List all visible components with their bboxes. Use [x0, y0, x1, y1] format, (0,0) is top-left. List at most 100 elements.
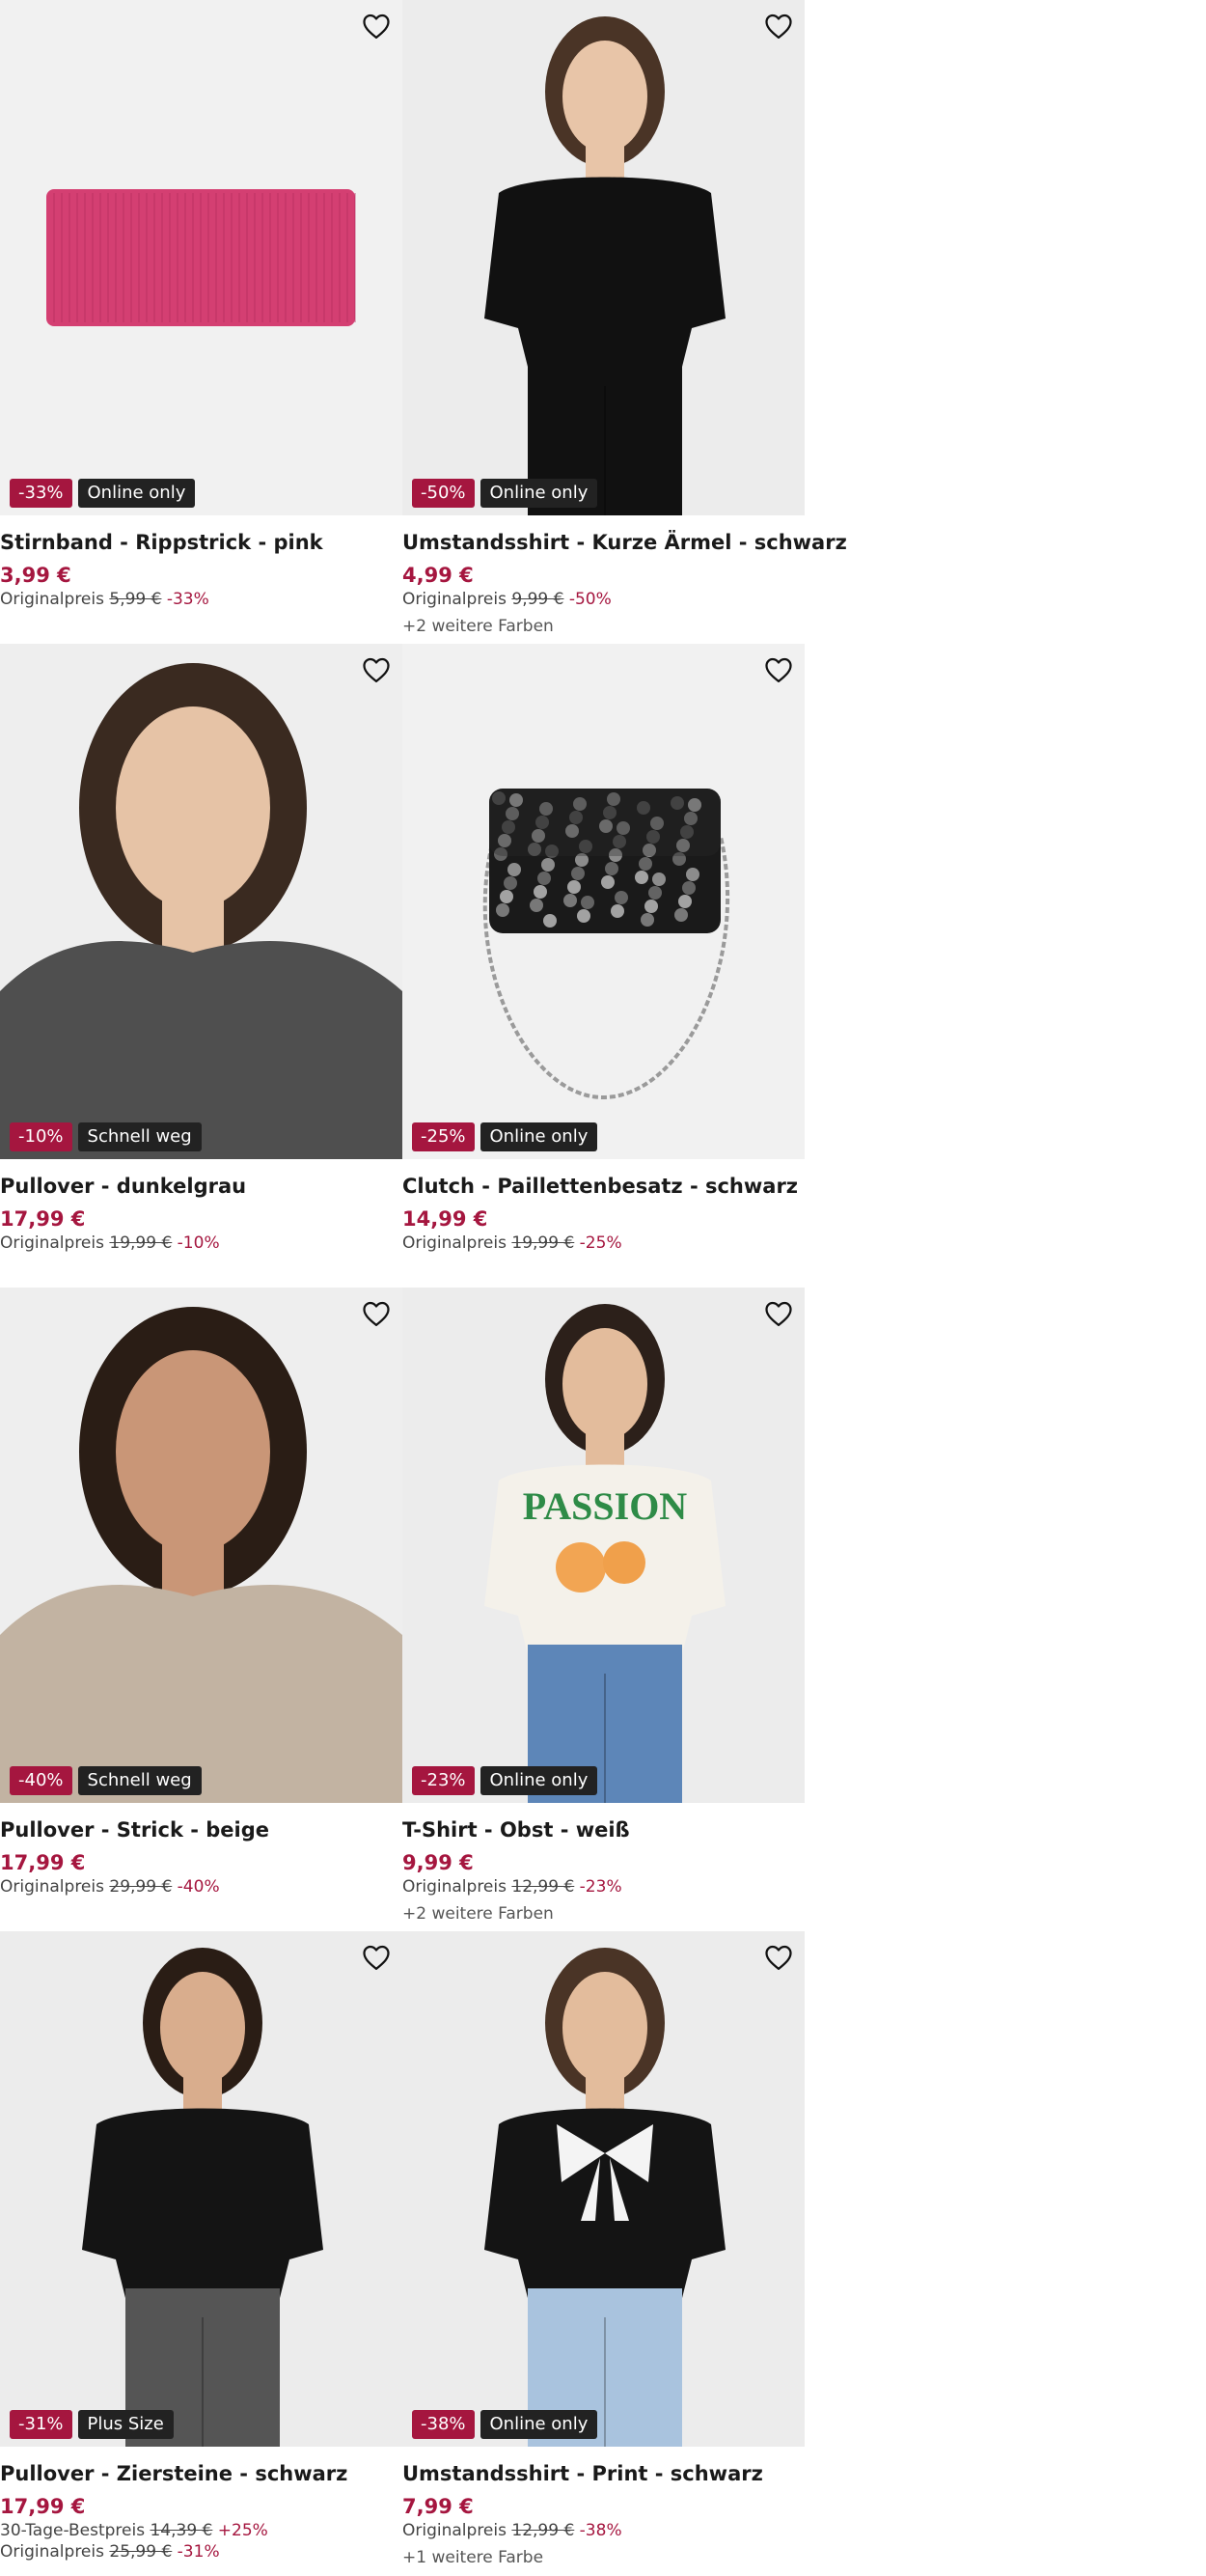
product-card[interactable]: -10% Schnell weg Pullover - dunkelgrau 17,9… [0, 644, 402, 1288]
price-history-line: Originalpreis 12,99 € -23% [402, 1876, 805, 1897]
discount-badge: -38% [412, 2410, 475, 2439]
product-price: 17,99 € [0, 2495, 86, 2518]
product-image-container[interactable]: PASSION -23% Online only [402, 1288, 805, 1803]
price-history-line: Originalpreis 5,99 € -33% [0, 589, 402, 610]
price-change-percent: -23% [579, 1877, 622, 1897]
wishlist-heart-icon[interactable] [762, 10, 795, 42]
tag-badge: Online only [480, 479, 598, 508]
product-card[interactable]: -38% Online only Umstandsshirt - Print - s… [402, 1931, 805, 2575]
badges: -25% Online only [412, 1122, 598, 1151]
product-image[interactable] [0, 1931, 402, 2447]
old-price: 29,99 € [109, 1877, 173, 1897]
product-price: 9,99 € [402, 1851, 474, 1874]
product-info: Stirnband - Rippstrick - pink 3,99 € Origi… [0, 515, 402, 610]
more-colors-link[interactable]: +1 weitere Farbe [402, 2547, 805, 2568]
product-card[interactable]: -33% Online only Stirnband - Rippstrick - … [0, 0, 402, 644]
discount-badge: -33% [10, 479, 72, 508]
product-info: Clutch - Paillettenbesatz - schwarz 14,99… [402, 1159, 805, 1254]
price-label: 30-Tage-Bestpreis [0, 2521, 146, 2540]
wishlist-heart-icon[interactable] [762, 653, 795, 686]
price-label: Originalpreis [0, 1877, 104, 1897]
product-image-container[interactable]: -38% Online only [402, 1931, 805, 2447]
wishlist-heart-icon[interactable] [762, 1297, 795, 1330]
tag-badge: Plus Size [77, 2410, 174, 2439]
product-name[interactable]: Pullover - dunkelgrau [0, 1173, 402, 1200]
product-image[interactable]: PASSION [402, 1288, 805, 1803]
wishlist-heart-icon[interactable] [762, 1941, 795, 1974]
badges: -33% Online only [10, 479, 196, 508]
product-name[interactable]: Stirnband - Rippstrick - pink [0, 529, 402, 556]
price-history-line: Originalpreis 12,99 € -38% [402, 2520, 805, 2541]
tag-badge: Schnell weg [77, 1766, 202, 1795]
product-price: 14,99 € [402, 1207, 488, 1231]
more-colors-link[interactable]: +2 weitere Farben [402, 616, 805, 637]
price-history-line: Originalpreis 9,99 € -50% [402, 589, 805, 610]
old-price: 12,99 € [511, 2521, 575, 2540]
price-change-percent: -40% [177, 1877, 220, 1897]
tag-badge: Online only [480, 1766, 598, 1795]
product-card[interactable]: -50% Online only Umstandsshirt - Kurze Ärm… [402, 0, 847, 644]
wishlist-heart-icon[interactable] [360, 1941, 393, 1974]
tag-badge: Schnell weg [77, 1122, 202, 1151]
old-price: 25,99 € [109, 2542, 173, 2562]
product-card[interactable]: -25% Online only Clutch - Paillettenbesatz… [402, 644, 805, 1288]
product-price: 17,99 € [0, 1851, 86, 1874]
badges: -23% Online only [412, 1766, 598, 1795]
product-image[interactable] [0, 1288, 402, 1803]
product-price: 4,99 € [402, 564, 474, 587]
price-label: Originalpreis [0, 2542, 104, 2562]
product-image[interactable] [0, 644, 402, 1159]
more-colors-link[interactable]: +2 weitere Farben [402, 1903, 805, 1925]
product-info: Umstandsshirt - Kurze Ärmel - schwarz 4,9… [402, 515, 847, 637]
product-image-container[interactable]: -50% Online only [402, 0, 805, 515]
price-change-percent: -10% [177, 1233, 220, 1253]
product-price: 7,99 € [402, 2495, 474, 2518]
product-name[interactable]: T-Shirt - Obst - weiß [402, 1816, 805, 1843]
price-label: Originalpreis [0, 1233, 104, 1253]
product-price: 3,99 € [0, 564, 71, 587]
price-change-percent: -38% [579, 2521, 622, 2540]
price-change-percent: -50% [568, 590, 612, 609]
price-history-line: Originalpreis 19,99 € -10% [0, 1233, 402, 1254]
product-name[interactable]: Umstandsshirt - Print - schwarz [402, 2460, 805, 2487]
product-image[interactable] [402, 0, 805, 515]
wishlist-heart-icon[interactable] [360, 653, 393, 686]
old-price: 9,99 € [511, 590, 564, 609]
product-image-container[interactable]: -33% Online only [0, 0, 402, 515]
product-info: T-Shirt - Obst - weiß 9,99 € Originalpreis… [402, 1803, 805, 1925]
product-card[interactable]: -40% Schnell weg Pullover - Strick - beige… [0, 1288, 402, 1931]
product-image-container[interactable]: -10% Schnell weg [0, 644, 402, 1159]
product-price: 17,99 € [0, 1207, 86, 1231]
product-card[interactable]: PASSION -23% Online only T-Shirt - Obst - w… [402, 1288, 805, 1931]
wishlist-heart-icon[interactable] [360, 10, 393, 42]
svg-text:PASSION: PASSION [523, 1484, 688, 1528]
product-name[interactable]: Clutch - Paillettenbesatz - schwarz [402, 1173, 805, 1200]
product-image[interactable] [402, 1931, 805, 2447]
discount-badge: -40% [10, 1766, 72, 1795]
price-label: Originalpreis [402, 1233, 507, 1253]
price-history-line: Originalpreis 19,99 € -25% [402, 1233, 805, 1254]
product-card[interactable]: -31% Plus Size Pullover - Ziersteine - sch… [0, 1931, 402, 2575]
old-price: 14,39 € [150, 2521, 213, 2540]
price-label: Originalpreis [0, 590, 104, 609]
product-image-container[interactable]: -31% Plus Size [0, 1931, 402, 2447]
badges: -10% Schnell weg [10, 1122, 202, 1151]
product-image[interactable] [0, 0, 402, 515]
product-image[interactable] [402, 644, 805, 1159]
product-name[interactable]: Umstandsshirt - Kurze Ärmel - schwarz [402, 529, 847, 556]
tag-badge: Online only [480, 1122, 598, 1151]
product-name[interactable]: Pullover - Ziersteine - schwarz [0, 2460, 402, 2487]
discount-badge: -50% [412, 479, 475, 508]
product-image-container[interactable]: -40% Schnell weg [0, 1288, 402, 1803]
price-label: Originalpreis [402, 2521, 507, 2540]
wishlist-heart-icon[interactable] [360, 1297, 393, 1330]
badges: -40% Schnell weg [10, 1766, 202, 1795]
badges: -31% Plus Size [10, 2410, 174, 2439]
product-grid: -33% Online only Stirnband - Rippstrick - … [0, 0, 847, 2575]
price-history-line: Originalpreis 29,99 € -40% [0, 1876, 402, 1897]
tag-badge: Online only [77, 479, 196, 508]
old-price: 19,99 € [511, 1233, 575, 1253]
product-name[interactable]: Pullover - Strick - beige [0, 1816, 402, 1843]
product-info: Pullover - Strick - beige 17,99 € Original… [0, 1803, 402, 1897]
product-image-container[interactable]: -25% Online only [402, 644, 805, 1159]
